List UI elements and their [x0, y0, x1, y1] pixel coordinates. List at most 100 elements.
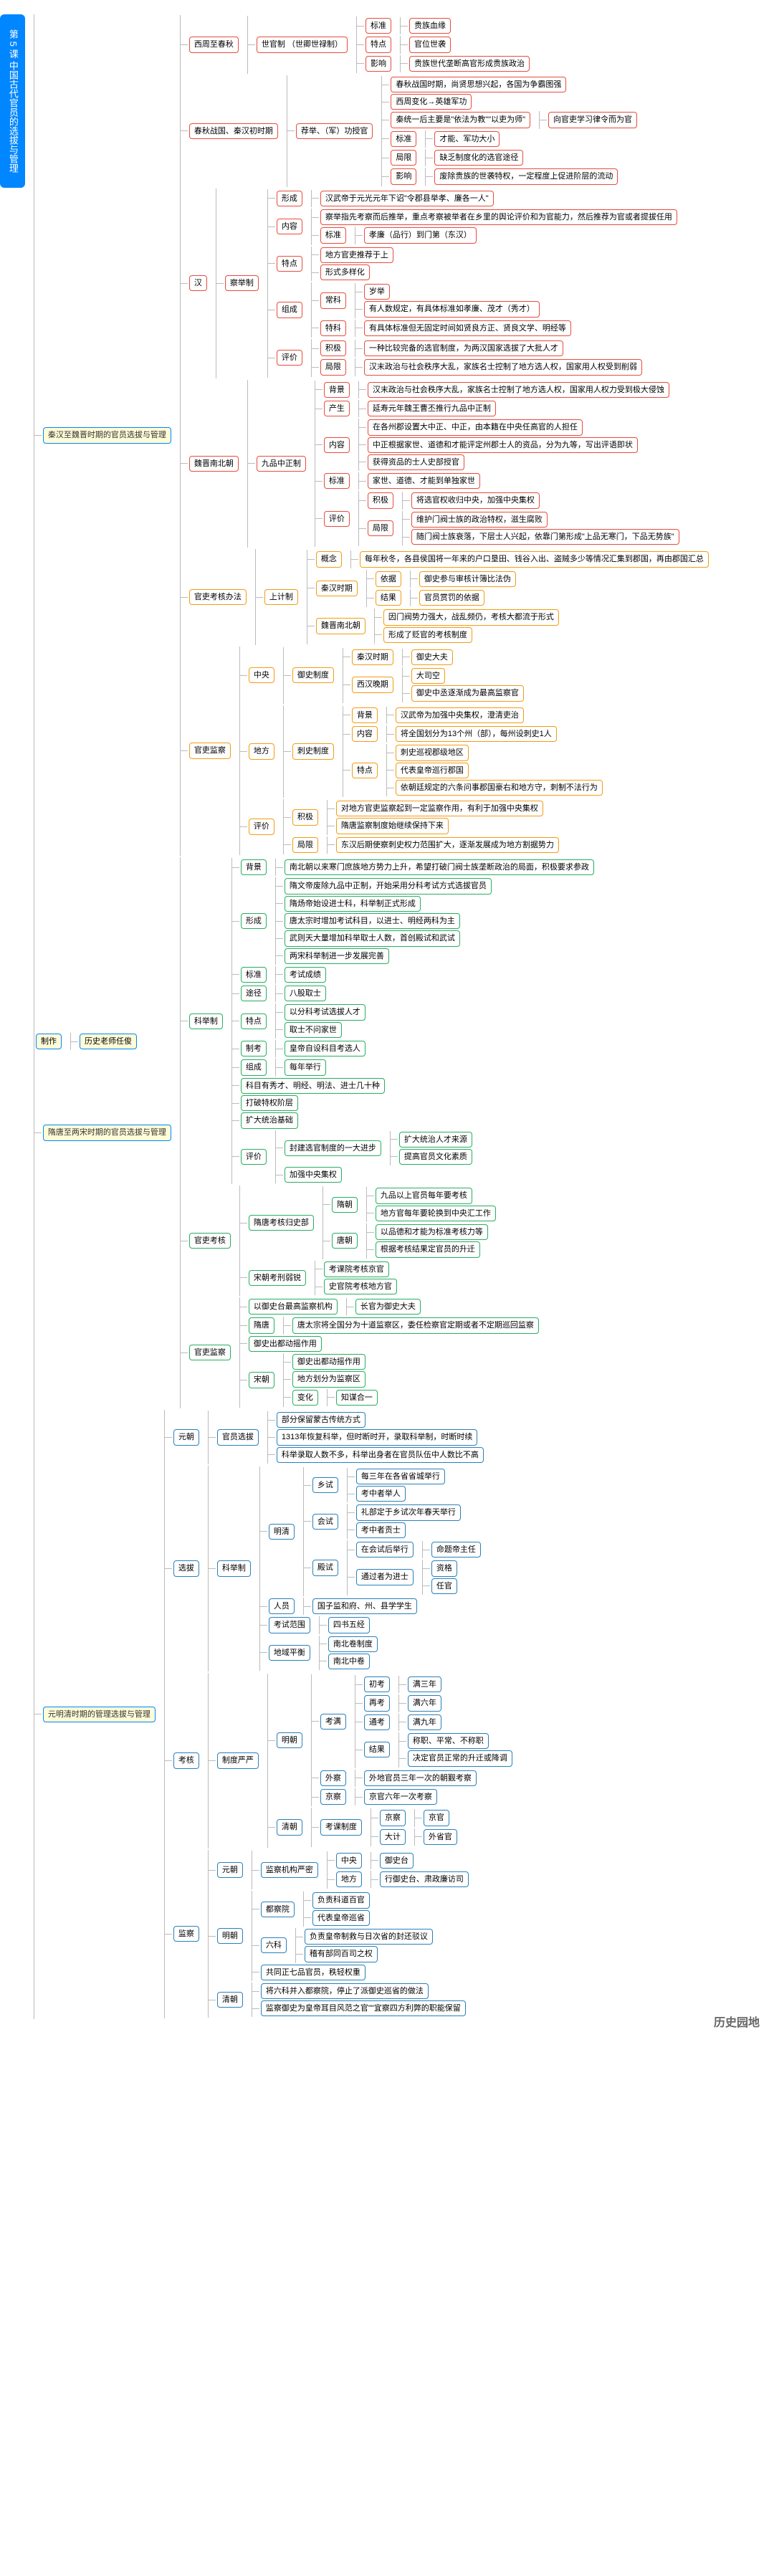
n: 地域平衡	[269, 1645, 310, 1661]
n: 皇帝自设科目考选人	[285, 1041, 366, 1056]
n: 向官吏学习律令而为官	[548, 112, 637, 128]
n: 才能、军功大小	[434, 131, 500, 147]
n: 岁举	[364, 284, 390, 300]
n: 科目有秀才、明经、明法、进士几十种	[241, 1078, 385, 1094]
n3[interactable]: 汉	[189, 275, 207, 291]
n: 隋朝	[332, 1197, 358, 1213]
s2n3[interactable]: 官吏监察	[189, 1345, 231, 1360]
n: 标准	[391, 131, 416, 147]
s3n3[interactable]: 考核	[173, 1752, 199, 1768]
n: 唐太宗时增加考试科目，以进士、明经两科为主	[285, 913, 460, 929]
n: 西汉晚期	[352, 677, 393, 692]
n: 组成	[277, 302, 302, 318]
n: 科举制	[217, 1560, 251, 1576]
n: 评价	[249, 819, 274, 834]
n: 影响	[366, 56, 391, 72]
n: 获得资品的士人史部授官	[368, 454, 464, 470]
n: 殿试	[312, 1560, 338, 1575]
n: 刺史巡视郡级地区	[396, 745, 469, 760]
n: 背景	[324, 382, 350, 398]
n2c[interactable]: 荐举、（军）功授官	[296, 123, 373, 139]
n1[interactable]: 西周至春秋	[189, 37, 239, 52]
n: 秦统一后主要是"依法为教""以吏为师"	[391, 112, 530, 128]
n: 缺乏制度化的选官途径	[434, 150, 523, 166]
n4c[interactable]: 九品中正制	[257, 456, 306, 472]
n4[interactable]: 魏晋南北朝	[189, 456, 239, 472]
n: 标准	[241, 967, 267, 983]
n: 外地官员三年一次的朝觐考察	[364, 1770, 477, 1786]
section-3[interactable]: 元明清时期的管理选拔与管理 元朝 官员选拔 部分保留蒙古传统方式 1313年恢复…	[43, 1410, 709, 2019]
n: 打破特权阶层	[241, 1095, 298, 1111]
s3n1[interactable]: 官员选拔	[217, 1429, 259, 1445]
n: 负责科道百官	[312, 1892, 370, 1908]
n: 通考	[364, 1714, 390, 1730]
n: 标准	[320, 227, 346, 243]
n: 维护门阀士族的政治特权，滋生腐败	[411, 512, 548, 528]
n: 考课院考核京官	[324, 1261, 389, 1277]
n: 特点	[352, 763, 378, 778]
n: 地方划分为监察区	[292, 1371, 366, 1387]
n: 隋文帝废除九品中正制，开始采用分科考试方式选拔官员	[285, 878, 492, 894]
n: 特科	[320, 320, 346, 336]
n: 提高官员文化素质	[399, 1149, 472, 1165]
n: 地方	[249, 743, 274, 759]
section-1[interactable]: 秦汉至魏晋时期的官员选拔与管理 西周至春秋 世官制 （世卿世禄制） 标准贵族血缘…	[43, 15, 709, 856]
n: 在会试后举行	[356, 1542, 414, 1557]
n: 标准	[324, 473, 350, 489]
n6[interactable]: 官吏监察	[189, 743, 231, 758]
n: 将选官权收归中央，加强中央集权	[411, 492, 540, 508]
n: 积极	[292, 809, 318, 825]
n: 将六科并入都察院，停止了派御史巡省的做法	[261, 1983, 429, 1999]
n: 随门阀士族衰落，下层士人兴起，依靠门第形成"上品无寒门，下品无势族"	[411, 529, 679, 545]
n: 九品以上官员每年要考核	[376, 1188, 472, 1203]
n: 武则天大量增加科举取士人数，首创殿试和武试	[285, 930, 460, 946]
n: 唐朝	[332, 1233, 358, 1249]
s3n4[interactable]: 监察	[173, 1926, 199, 1942]
n: 每年秋冬，各县侯国将一年来的户口垦田、钱谷入出、盗贼多少等情况汇集到郡国，再由郡…	[360, 551, 709, 567]
n: 积极	[368, 492, 393, 508]
n: 西周变化→英雄军功	[391, 94, 472, 110]
n: 以分科考试选拔人才	[285, 1004, 366, 1020]
n: 局限	[368, 520, 393, 536]
n3c[interactable]: 察举制	[225, 275, 259, 291]
n5c[interactable]: 上计制	[264, 589, 298, 605]
n: 六科	[261, 1937, 287, 1953]
n: 中央	[336, 1853, 362, 1869]
n: 御史制度	[292, 667, 334, 683]
n: 清朝	[277, 1819, 302, 1835]
n: 大计	[380, 1829, 406, 1845]
root-node[interactable]: 第 5 课 中国古代官员的选拔与管理	[0, 14, 25, 188]
n: 负责皇帝制救与日次省的封还驳议	[305, 1929, 433, 1945]
n: 局限	[292, 837, 318, 853]
n: 明清	[269, 1524, 295, 1540]
n: 一种比较完备的选官制度，为两汉国家选拔了大批人才	[364, 340, 563, 356]
s2n2[interactable]: 官吏考核	[189, 1233, 231, 1249]
n2[interactable]: 春秋战国、秦汉初时期	[189, 123, 278, 139]
n: 扩大统治基础	[241, 1112, 298, 1128]
s3n2[interactable]: 选拔	[173, 1560, 199, 1576]
n: 南北卷制度	[328, 1636, 378, 1652]
s2n1[interactable]: 科举制	[189, 1013, 223, 1029]
n: 初考	[364, 1676, 390, 1692]
n: 礼部定于乡试次年春天举行	[356, 1504, 461, 1520]
n: 监察御史为皇帝耳目风范之官""宜察四方利弊的职能保留	[261, 2000, 466, 2016]
n1c[interactable]: 世官制 （世卿世禄制）	[257, 37, 348, 52]
n5[interactable]: 官吏考核办法	[189, 589, 247, 605]
n: 乡试	[312, 1477, 338, 1493]
n: 影响	[391, 168, 416, 184]
n: 孝廉（品行）到门第（东汉）	[364, 227, 477, 243]
n: 资格	[431, 1560, 457, 1576]
n: 封建选官制度的一大进步	[285, 1140, 381, 1156]
n: 御史中丞逐渐成为最高监察官	[411, 685, 524, 701]
n: 京察	[320, 1789, 346, 1805]
n: 中正根据家世、道德和才能评定州郡士人的资品，分为九等，写出评语即状	[368, 437, 638, 453]
n: 对地方官吏监察起到一定监察作用，有利于加强中央集权	[336, 801, 543, 816]
section-2[interactable]: 隋唐至两宋时期的官员选拔与管理 科举制 背景南北朝以来寒门庶族地方势力上升，希望…	[43, 857, 709, 1408]
n: 制度严严	[217, 1752, 259, 1768]
n: 组成	[241, 1059, 267, 1075]
n: 延寿元年魏王曹丕推行九品中正制	[368, 401, 496, 416]
n: 汉末政治与社会秩序大乱，家族名士控制了地方选人权，国家用人权力受到极大侵蚀	[368, 382, 669, 398]
n: 途径	[241, 986, 267, 1001]
n: 隋炀帝始设进士科，科举制正式形成	[285, 896, 421, 912]
n: 行御史台、肃政廉访司	[380, 1871, 469, 1887]
